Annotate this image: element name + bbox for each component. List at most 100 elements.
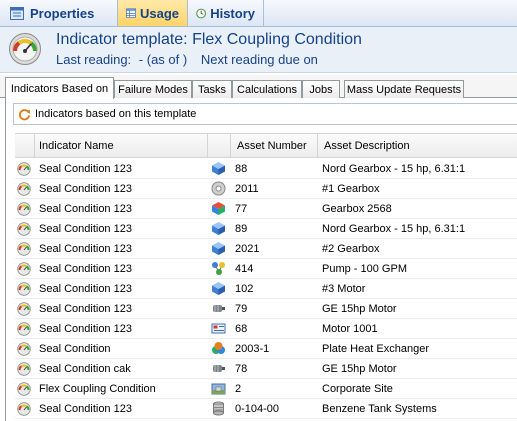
refresh-icon[interactable]: [18, 108, 31, 121]
cube-blue-icon: [211, 161, 226, 176]
indicator-gauge-icon: [9, 33, 41, 65]
tab-history[interactable]: History: [188, 0, 264, 26]
asset-description-cell: Motor 1001: [322, 323, 378, 335]
column-header-asset-number[interactable]: Asset Number: [231, 134, 318, 158]
asset-description-cell: #1 Gearbox: [322, 183, 380, 195]
tab-calculations[interactable]: Calculations: [232, 80, 302, 98]
tab-tasks[interactable]: Tasks: [192, 80, 232, 98]
asset-number-cell: 2: [235, 383, 242, 395]
properties-icon: [10, 6, 24, 20]
asset-number-cell: 2003-1: [235, 343, 270, 355]
panel-icon: [211, 321, 226, 336]
table-row[interactable]: Seal Condition cak 78 GE 15hp Motor: [15, 359, 517, 379]
indicator-name-cell: Seal Condition: [39, 343, 111, 355]
asset-number-cell: 68: [235, 323, 248, 335]
sub-tab-strip: Indicators Based on Failure Modes Tasks …: [0, 75, 517, 99]
indicator-name-cell: Seal Condition 123: [39, 403, 132, 415]
tab-mass-update-requests[interactable]: Mass Update Requests: [344, 80, 464, 98]
cube-blue-icon: [211, 281, 226, 296]
table-row[interactable]: Seal Condition 123 89 Nord Gearbox - 15 hp…: [15, 219, 517, 239]
grid-body: Seal Condition 123 88 Nord Gearbox - 15 hp…: [15, 159, 517, 419]
asset-number-cell: 102: [235, 283, 254, 295]
tab-usage-label: Usage: [139, 5, 179, 21]
tab-tasks-label: Tasks: [197, 83, 227, 96]
indicator-gauge-icon: [17, 342, 31, 356]
tab-jobs[interactable]: Jobs: [302, 80, 340, 98]
last-reading-value: - (as of ): [138, 52, 188, 67]
indicator-gauge-icon: [17, 322, 31, 336]
asset-number-cell: 414: [235, 263, 254, 275]
asset-number-cell: 0-104-00: [235, 403, 280, 415]
tab-indicators-based-on-label: Indicators Based on: [10, 82, 109, 95]
asset-number-cell: 77: [235, 203, 248, 215]
tab-properties[interactable]: Properties: [0, 0, 118, 26]
indicator-gauge-icon: [17, 402, 31, 416]
last-reading-label: Last reading:: [56, 52, 132, 67]
asset-description-cell: Pump - 100 GPM: [322, 263, 407, 275]
next-reading-label: Next reading due on: [200, 52, 318, 67]
asset-number-cell: 2021: [235, 243, 260, 255]
page-title: Indicator template: Flex Coupling Condit…: [56, 31, 362, 48]
asset-description-cell: Plate Heat Exchanger: [322, 343, 430, 355]
cube-multicolor-icon: [211, 201, 226, 216]
motor-icon: [211, 301, 226, 316]
asset-description-cell: GE 15hp Motor: [322, 303, 397, 315]
column-header-asset-description[interactable]: Asset Description: [318, 134, 517, 158]
table-row[interactable]: Seal Condition 123 2021 #2 Gearbox: [15, 239, 517, 259]
reading-status: Last reading: - (as of ) Next reading du…: [56, 52, 322, 67]
grid-header: Indicator Name Asset Number Asset Descri…: [15, 133, 517, 158]
table-row[interactable]: Seal Condition 123 102 #3 Motor: [15, 279, 517, 299]
asset-description-cell: GE 15hp Motor: [322, 363, 397, 375]
tab-calculations-label: Calculations: [237, 83, 297, 96]
motor-icon: [211, 361, 226, 376]
column-header-asset-icon[interactable]: [208, 134, 231, 158]
page-header: Indicator template: Flex Coupling Condit…: [0, 27, 517, 73]
tab-failure-modes[interactable]: Failure Modes: [114, 80, 192, 98]
indicator-gauge-icon: [17, 302, 31, 316]
tab-jobs-label: Jobs: [309, 83, 333, 96]
asset-number-cell: 89: [235, 223, 248, 235]
table-row[interactable]: Seal Condition 2003-1 Plate Heat Exchanger: [15, 339, 517, 359]
indicator-gauge-icon: [17, 162, 31, 176]
table-row[interactable]: Seal Condition 123 77 Gearbox 2568: [15, 199, 517, 219]
asset-description-cell: Nord Gearbox - 15 hp, 6.31:1: [322, 163, 466, 175]
ribbon-label: Indicators based on this template: [35, 108, 197, 120]
table-row[interactable]: Flex Coupling Condition 2 Corporate Site: [15, 379, 517, 399]
indicator-name-cell: Seal Condition 123: [39, 243, 132, 255]
cluster-icon: [211, 341, 226, 356]
table-row[interactable]: Seal Condition 123 0-104-00 Benzene Tank S…: [15, 399, 517, 419]
indicator-gauge-icon: [17, 202, 31, 216]
indicator-gauge-icon: [17, 382, 31, 396]
indicator-gauge-icon: [17, 222, 31, 236]
table-row[interactable]: Seal Condition 123 79 GE 15hp Motor: [15, 299, 517, 319]
indicator-name-cell: Seal Condition 123: [39, 223, 132, 235]
asset-description-cell: Gearbox 2568: [322, 203, 392, 215]
tab-usage[interactable]: Usage: [118, 0, 188, 26]
indicator-name-cell: Seal Condition 123: [39, 323, 132, 335]
indicator-name-cell: Flex Coupling Condition: [39, 383, 156, 395]
indicator-gauge-icon: [17, 362, 31, 376]
indicator-gauge-icon: [17, 242, 31, 256]
column-header-indicator-name-label: Indicator Name: [39, 140, 114, 152]
table-row[interactable]: Seal Condition 123 88 Nord Gearbox - 15 hp…: [15, 159, 517, 179]
indicator-name-cell: Seal Condition 123: [39, 203, 132, 215]
disc-gray-icon: [211, 181, 226, 196]
table-row[interactable]: Seal Condition 123 2011 #1 Gearbox: [15, 179, 517, 199]
indicator-name-cell: Seal Condition 123: [39, 283, 132, 295]
asset-number-cell: 2011: [235, 183, 259, 195]
indicator-gauge-icon: [17, 282, 31, 296]
table-row[interactable]: Seal Condition 123 414 Pump - 100 GPM: [15, 259, 517, 279]
table-row[interactable]: Seal Condition 123 68 Motor 1001: [15, 319, 517, 339]
asset-number-cell: 78: [235, 363, 248, 375]
column-header-icon[interactable]: [15, 134, 35, 158]
column-header-indicator-name[interactable]: Indicator Name: [35, 134, 208, 158]
tank-icon: [211, 401, 226, 416]
tab-failure-modes-label: Failure Modes: [118, 83, 188, 96]
indicator-name-cell: Seal Condition cak: [39, 363, 131, 375]
tab-properties-label: Properties: [30, 5, 95, 21]
column-header-asset-number-label: Asset Number: [237, 140, 307, 152]
site-icon: [211, 381, 226, 396]
tab-history-label: History: [210, 5, 255, 21]
indicators-ribbon: Indicators based on this template: [13, 103, 517, 125]
tab-indicators-based-on[interactable]: Indicators Based on: [5, 77, 114, 99]
